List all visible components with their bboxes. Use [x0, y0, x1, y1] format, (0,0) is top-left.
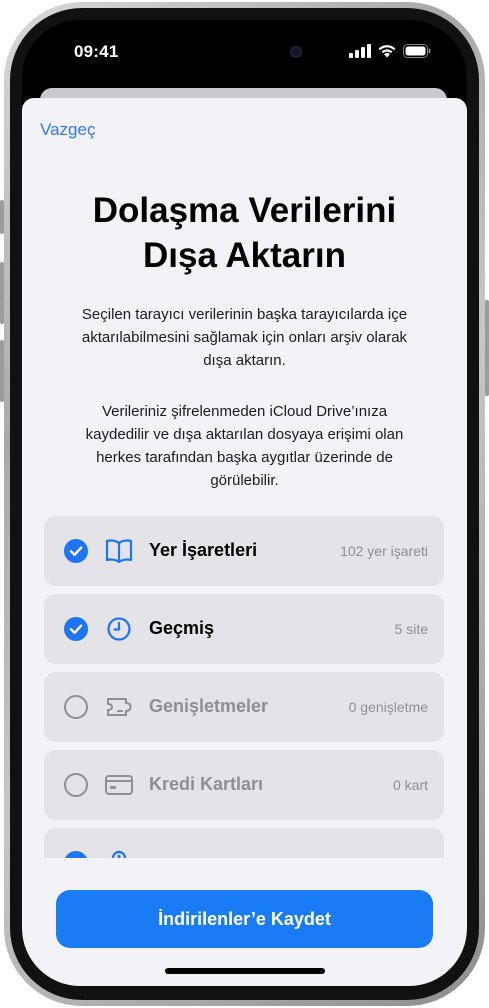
- item-count: 102 yer işareti: [340, 543, 428, 559]
- unchecked-circle-icon[interactable]: [64, 695, 88, 719]
- item-count: 5 site: [394, 621, 428, 637]
- puzzle-icon: [107, 698, 132, 716]
- cancel-button[interactable]: Vazgeç: [40, 120, 95, 140]
- status-time: 09:41: [74, 42, 119, 61]
- checkmark-icon[interactable]: [64, 539, 88, 563]
- status-icons: [349, 44, 431, 58]
- title-line-2: Dışa Aktarın: [143, 236, 346, 275]
- action-button: [0, 200, 4, 234]
- book-icon: [105, 539, 133, 564]
- checkmark-icon[interactable]: [64, 617, 88, 641]
- credit-card-icon: [105, 775, 133, 795]
- item-label: Geçmiş: [149, 618, 215, 638]
- privacy-note: Verileriniz şifrelenmeden iCloud Drive’ı…: [85, 403, 404, 489]
- volume-up-button: [0, 262, 4, 324]
- page-title: Dolaşma Verilerini Dışa Aktarın: [22, 188, 467, 278]
- home-indicator[interactable]: [165, 968, 325, 974]
- list-item-bookmarks[interactable]: Yer İşaretleri 102 yer işareti: [44, 516, 444, 586]
- item-label: Genişletmeler: [149, 696, 269, 716]
- save-to-downloads-button[interactable]: İndirilenler’e Kaydet: [56, 890, 433, 948]
- clock-icon: [107, 617, 131, 641]
- item-label: Kredi Kartları: [149, 774, 264, 794]
- screen: 09:41 Vazgeç Dolaşma Verilerini Dışa Akt…: [22, 20, 467, 986]
- power-button: [485, 300, 489, 396]
- front-camera: [290, 46, 302, 58]
- unchecked-circle-icon[interactable]: [64, 773, 88, 797]
- wifi-icon: [378, 45, 396, 58]
- key-icon: [111, 850, 127, 858]
- cellular-signal-icon: [349, 44, 371, 58]
- item-label: Yer İşaretleri: [149, 540, 258, 560]
- list-item-extensions[interactable]: Genişletmeler 0 genişletme: [44, 672, 444, 742]
- export-description: Seçilen tarayıcı verilerinin başka taray…: [81, 306, 408, 369]
- title-line-1: Dolaşma Verilerini: [92, 191, 397, 230]
- list-item-passwords[interactable]: [44, 828, 444, 858]
- item-count: 0 kart: [392, 777, 428, 793]
- data-type-list: Yer İşaretleri 102 yer işareti Geçmiş 5 …: [44, 516, 444, 858]
- list-item-credit-cards[interactable]: Kredi Kartları 0 kart: [44, 750, 444, 820]
- item-count: 0 genişletme: [348, 699, 428, 715]
- volume-down-button: [0, 340, 4, 402]
- battery-icon: [403, 44, 431, 58]
- export-sheet: Vazgeç Dolaşma Verilerini Dışa Aktarın S…: [22, 98, 467, 986]
- checkmark-icon[interactable]: [64, 851, 88, 858]
- list-item-history[interactable]: Geçmiş 5 site: [44, 594, 444, 664]
